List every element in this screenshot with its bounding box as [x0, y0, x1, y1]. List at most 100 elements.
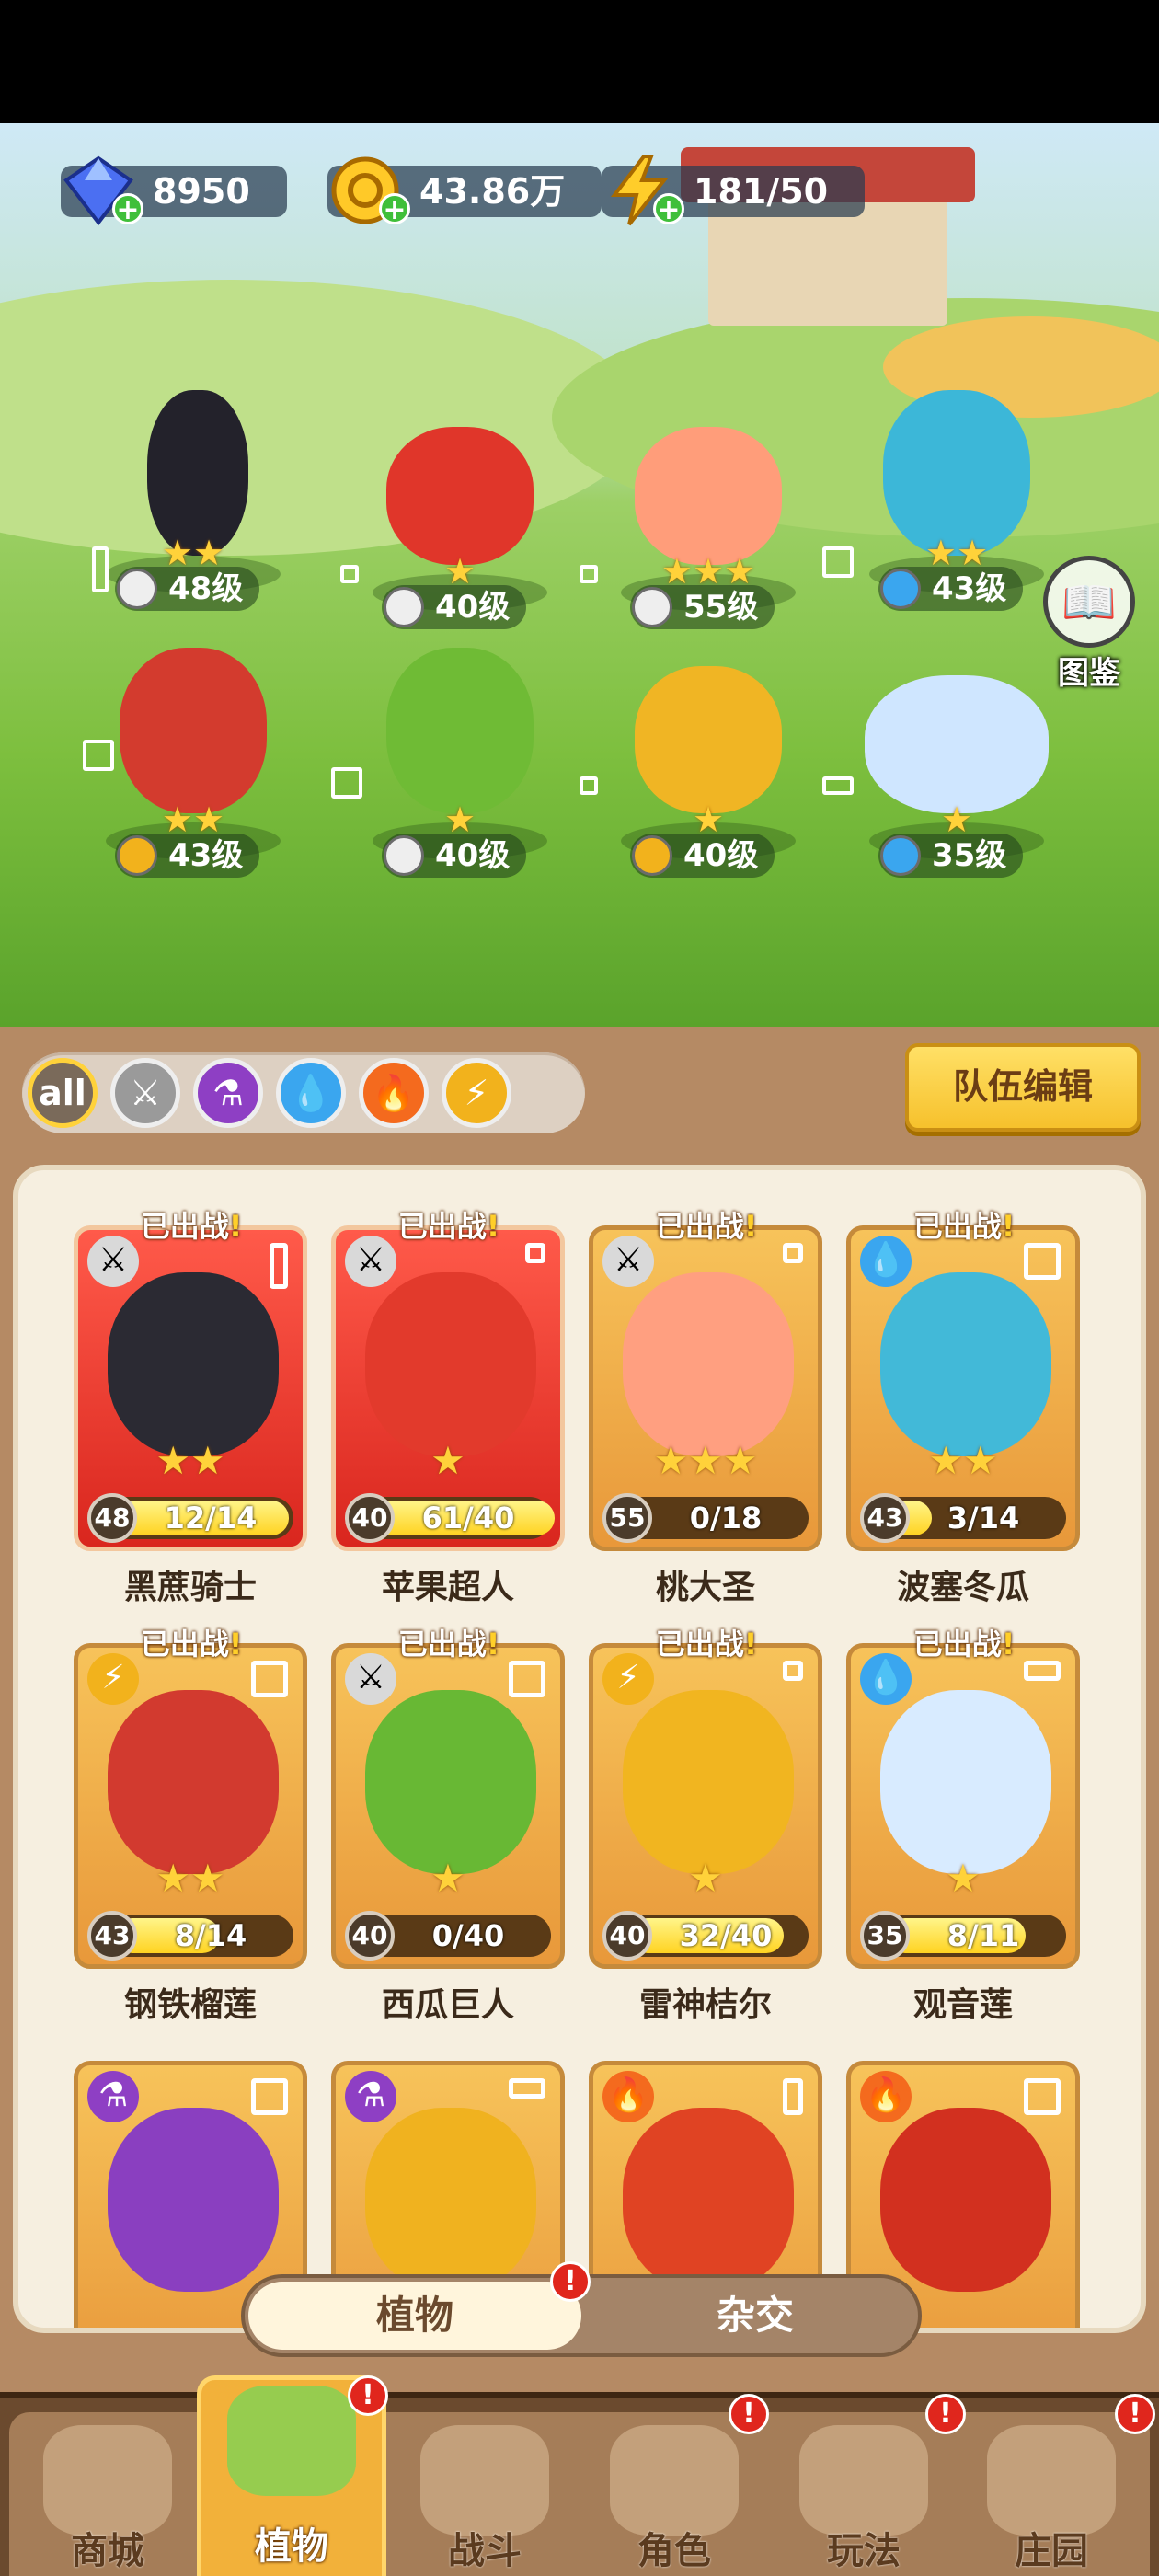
level-badge: 43	[860, 1493, 910, 1543]
gem-counter[interactable]: + 8950	[61, 155, 287, 226]
plant-name: 黑蔗骑士	[123, 1569, 257, 1606]
nav-battle[interactable]: 战斗	[390, 2420, 580, 2576]
shard-count: 32/40	[679, 1918, 773, 1953]
plant-card[interactable]: ⚔ ★ 0/40 40	[331, 1643, 565, 1969]
level-badge: 35	[860, 1911, 910, 1961]
exclaim-mark: !	[228, 1627, 243, 1662]
plant-card[interactable]: ⚔ ★ 61/40 40	[331, 1225, 565, 1551]
filter-water-icon[interactable]: 💧	[276, 1058, 346, 1128]
shard-progress-bar: 8/11 35	[860, 1911, 1066, 1961]
plant-name: 桃大圣	[655, 1569, 755, 1606]
formation-unit[interactable]: ★★ 43级	[822, 372, 1067, 648]
tab-hybrid[interactable]: 杂交	[594, 2282, 916, 2350]
slot-icon	[822, 776, 854, 795]
energy-counter[interactable]: + 181/50	[602, 155, 866, 226]
plant-stars: ★	[688, 1856, 723, 1901]
plant-portrait	[108, 1272, 279, 1456]
deployed-tag: 已出战!	[890, 1203, 1038, 1249]
play-icon	[799, 2425, 928, 2536]
slot-icon	[580, 565, 598, 583]
add-energy-icon[interactable]: +	[653, 193, 684, 225]
bottom-nav: 商城 植物 战斗 角色 玩法 庄园 ! ! ! !	[0, 2375, 1159, 2576]
plant-name: 西瓜巨人	[381, 1986, 514, 2024]
add-gold-icon[interactable]: +	[379, 193, 410, 225]
nav-role[interactable]: 角色	[580, 2420, 769, 2576]
filter-potion-icon[interactable]: ⚗	[193, 1058, 263, 1128]
bat-knight-sprite	[147, 390, 248, 556]
battle-icon	[420, 2425, 549, 2536]
status-bar	[0, 0, 1159, 123]
formation-unit[interactable]: ★★ 43级	[83, 638, 304, 914]
plant-grid: ⚔ ★★ 12/14 48 ⚔ ★ 61/40 40 ⚔ ★★★ 0/18 55 💧 …	[13, 1165, 1146, 2333]
unit-level: 40级	[630, 834, 775, 878]
unit-level-text: 35级	[932, 837, 1007, 874]
tab-plants[interactable]: 植物	[248, 2282, 581, 2350]
plant-panel: all ⚔ ⚗ 💧 🔥 ⚡ 队伍编辑 ⚔ ★★ 12/14 48 ⚔ ★ 61/4…	[0, 1027, 1159, 2576]
manor-icon	[987, 2425, 1116, 2536]
formation-unit[interactable]: ★ 40级	[340, 390, 570, 666]
unit-level-text: 40级	[435, 837, 511, 874]
nav-shop[interactable]: 商城	[13, 2420, 202, 2576]
slot-icon	[83, 740, 114, 771]
unit-level-text: 55级	[683, 589, 759, 626]
plant-name: 观音莲	[912, 1986, 1013, 2024]
filter-fire-icon[interactable]: 🔥	[359, 1058, 429, 1128]
team-edit-button[interactable]: 队伍编辑	[905, 1043, 1141, 1132]
gold-counter[interactable]: + 43.86万	[327, 156, 602, 225]
plant-card[interactable]: 💧 ★ 8/11 35	[846, 1643, 1080, 1969]
notification-badge: !	[550, 2261, 591, 2302]
plant-portrait	[880, 2108, 1051, 2292]
shard-progress-bar: 8/14 43	[87, 1911, 293, 1961]
nav-battle-label: 战斗	[448, 2530, 522, 2572]
shard-count: 0/40	[431, 1918, 505, 1953]
energy-amount: 181/50	[694, 171, 829, 212]
filter-sword-icon[interactable]: ⚔	[110, 1058, 180, 1128]
plant-card[interactable]: ⚡ ★★ 8/14 43	[74, 1643, 307, 1969]
formation-unit[interactable]: ★ 35级	[822, 638, 1067, 914]
plant-portrait	[365, 2108, 536, 2292]
nav-play-label: 玩法	[827, 2530, 901, 2572]
potion-icon: ⚗	[345, 2071, 396, 2122]
nav-play[interactable]: 玩法	[769, 2420, 958, 2576]
deployed-text: 已出战	[912, 1627, 1002, 1662]
lotus-sprite	[865, 675, 1049, 813]
lightning-icon	[117, 835, 157, 876]
nav-manor[interactable]: 庄园	[957, 2420, 1146, 2576]
poseidon-melon-sprite	[883, 390, 1030, 556]
exclaim-mark: !	[1001, 1627, 1016, 1662]
slot-icon	[331, 767, 362, 799]
plant-card[interactable]: ⚡ ★ 32/40 40	[589, 1643, 822, 1969]
sword-icon	[384, 835, 424, 876]
shard-count: 0/18	[689, 1501, 763, 1535]
unit-level-text: 48级	[168, 570, 244, 607]
nav-shop-label: 商城	[71, 2530, 144, 2572]
notification-badge: !	[925, 2394, 966, 2434]
formation-unit[interactable]: ★ 40级	[580, 638, 819, 914]
notification-badge: !	[1115, 2394, 1155, 2434]
filter-all[interactable]: all	[28, 1058, 98, 1128]
deployed-tag: 已出战!	[890, 1621, 1038, 1667]
deployed-text: 已出战	[912, 1209, 1002, 1244]
plant-stars: ★★	[155, 1438, 225, 1483]
sword-icon	[117, 569, 157, 609]
deployed-tag: 已出战!	[375, 1203, 522, 1249]
plant-card[interactable]: ⚔ ★★★ 0/18 55	[589, 1225, 822, 1551]
shard-count: 8/14	[174, 1918, 247, 1953]
add-gems-icon[interactable]: +	[112, 193, 143, 225]
formation-unit[interactable]: ★★ 48级	[83, 372, 304, 648]
exclaim-mark: !	[1001, 1209, 1016, 1244]
unit-level-text: 43级	[168, 837, 244, 874]
fire-icon: 🔥	[602, 2071, 654, 2122]
plant-portrait	[623, 2108, 794, 2292]
exclaim-mark: !	[486, 1209, 500, 1244]
formation-unit[interactable]: ★★★ 55级	[580, 390, 819, 666]
gold-amount: 43.86万	[419, 171, 566, 212]
slot-icon	[509, 2078, 545, 2099]
exclaim-mark: !	[743, 1627, 758, 1662]
plant-card[interactable]: 💧 ★★ 3/14 43	[846, 1225, 1080, 1551]
formation-unit[interactable]: ★ 40级	[331, 638, 570, 914]
filter-lightning-icon[interactable]: ⚡	[442, 1058, 511, 1128]
unit-level: 40级	[382, 585, 527, 629]
plant-card[interactable]: ⚔ ★★ 12/14 48	[74, 1225, 307, 1551]
exclaim-mark: !	[228, 1209, 243, 1244]
